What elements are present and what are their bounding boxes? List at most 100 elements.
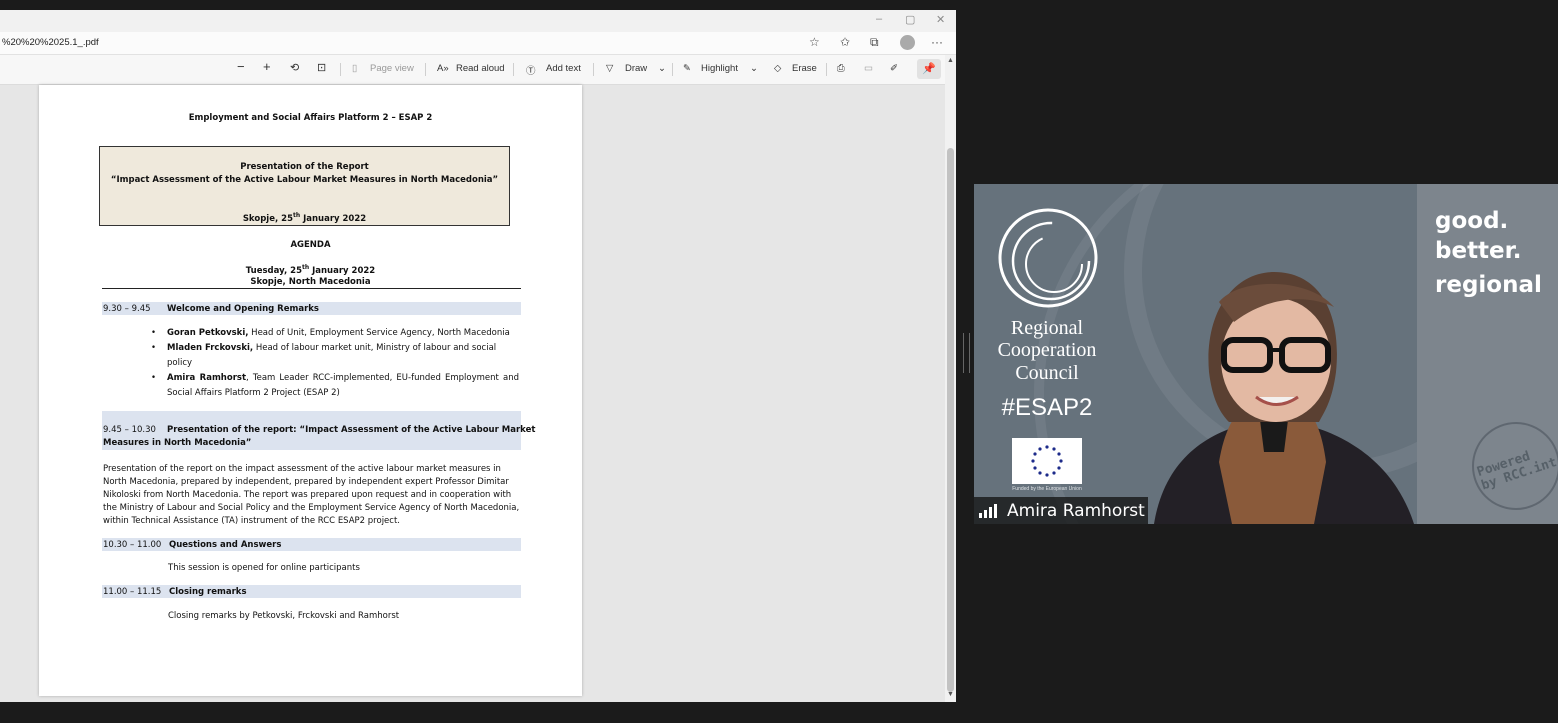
org-name-line3: Council — [1015, 362, 1079, 384]
agenda-title: AGENDA — [290, 240, 331, 250]
toolbar-divider — [826, 63, 827, 76]
title-bar: – ▢ ✕ — [0, 10, 956, 32]
profile-icon[interactable] — [900, 35, 915, 50]
draw-icon: ▽ — [606, 63, 614, 74]
collections-icon[interactable]: ⧉ — [870, 35, 879, 50]
toolbar-divider — [425, 63, 426, 76]
read-aloud-icon: A» — [437, 63, 449, 74]
session-band — [102, 585, 521, 598]
favorites-icon[interactable]: ✩ — [840, 35, 850, 49]
session-time: 10.30 – 11.00 — [103, 540, 162, 550]
org-name-line2: Cooperation — [997, 339, 1097, 361]
restore-button[interactable]: ▢ — [905, 13, 915, 26]
pdf-viewer[interactable]: Employment and Social Affairs Platform 2… — [0, 85, 945, 702]
toolbar-divider — [593, 63, 594, 76]
place-date-prefix: Skopje, 25 — [242, 213, 293, 224]
report-place-date: Skopje, 25th January 2022 — [100, 212, 509, 224]
more-icon[interactable]: ··· — [931, 35, 943, 49]
session-title: Welcome and Opening Remarks — [167, 304, 319, 314]
participant-nameplate: Amira Ramhorst — [974, 497, 1148, 524]
slogan-line: better. — [1435, 238, 1522, 264]
speaker-item: Mladen Frckovski, Head of labour market … — [167, 341, 519, 371]
session-title: Closing remarks — [169, 587, 247, 597]
hashtag: #ESAP2 — [1001, 394, 1093, 421]
rcc-logo-icon — [998, 208, 1098, 308]
speaker-item: Goran Petkovski, Head of Unit, Employmen… — [167, 326, 519, 341]
session-time: 9.45 – 10.30 — [103, 425, 156, 435]
participant-figure — [1154, 272, 1414, 524]
agenda-date: Tuesday, 25th January 2022 — [39, 264, 582, 276]
slogan-line: regional — [1435, 272, 1542, 298]
report-title-line2: “Impact Assessment of the Active Labour … — [110, 175, 499, 185]
participant-name: Amira Ramhorst — [1007, 501, 1145, 521]
report-title-line1: Presentation of the Report — [240, 162, 369, 172]
erase-button[interactable]: Erase — [792, 63, 817, 74]
scroll-down-icon[interactable]: ▼ — [947, 691, 954, 698]
address-bar[interactable]: %20%20%2025.1_.pdf ☆ ✩ ⧉ ··· — [0, 32, 956, 55]
pdf-page: Employment and Social Affairs Platform 2… — [39, 85, 582, 696]
speaker-name: Amira Ramhorst — [167, 373, 247, 383]
pin-icon: 📌 — [922, 63, 936, 75]
pdf-toolbar: − + ⟲ ⊡ ▯ Page view A» Read aloud Ⓣ Add … — [0, 55, 956, 85]
fit-page-icon[interactable]: ⊡ — [317, 61, 326, 74]
read-aloud-button[interactable]: Read aloud — [456, 63, 505, 74]
speaker-name: Mladen Frckovski, — [167, 343, 254, 353]
session-note: This session is opened for online partic… — [168, 563, 360, 573]
speaker-name: Goran Petkovski, — [167, 328, 249, 338]
toolbar-divider — [340, 63, 341, 76]
save-as-icon[interactable]: ✐ — [890, 63, 898, 74]
chevron-down-icon[interactable]: ⌄ — [658, 63, 666, 74]
zoom-in-button[interactable]: + — [263, 59, 271, 74]
toolbar-divider — [672, 63, 673, 76]
toolbar-divider — [513, 63, 514, 76]
speaker-role: Head of Unit, Employment Service Agency,… — [248, 328, 510, 338]
scrollbar-thumb[interactable] — [947, 148, 954, 692]
highlight-button[interactable]: Highlight — [701, 63, 738, 74]
report-title-box: Presentation of the Report “Impact Asses… — [99, 146, 510, 226]
draw-button[interactable]: Draw — [625, 63, 647, 74]
close-button[interactable]: ✕ — [936, 13, 945, 26]
eraser-icon: ◇ — [774, 63, 782, 74]
date-prefix: Tuesday, 25 — [245, 265, 302, 276]
divider-line — [102, 288, 521, 289]
agenda-location: Skopje, North Macedonia — [250, 277, 371, 287]
add-text-button[interactable]: Add text — [546, 63, 581, 74]
eu-caption: Funded by the European Union — [1012, 486, 1082, 492]
org-name-line1: Regional — [1010, 317, 1084, 339]
place-date-suffix: January 2022 — [300, 213, 367, 224]
date-suffix: January 2022 — [309, 265, 376, 276]
session-band — [102, 538, 521, 551]
session-time: 9.30 – 9.45 — [103, 304, 151, 314]
bullet-icon: • — [151, 373, 157, 383]
print-icon[interactable]: ⎙ — [837, 63, 845, 74]
panel-resize-handle[interactable] — [963, 333, 970, 373]
page-view-icon: ▯ — [352, 63, 358, 74]
highlight-icon: ✎ — [683, 63, 691, 74]
favorite-add-icon[interactable]: ☆ — [809, 35, 820, 49]
url-text[interactable]: %20%20%2025.1_.pdf — [2, 37, 99, 48]
session-note: Closing remarks by Petkovski, Frckovski … — [168, 611, 400, 621]
zoom-out-button[interactable]: − — [237, 59, 245, 74]
session-time: 11.00 – 11.15 — [103, 587, 162, 597]
scroll-up-icon[interactable]: ▲ — [947, 57, 954, 64]
participant-video[interactable]: good. better. regional Regional Cooperat… — [974, 184, 1558, 524]
add-text-icon: Ⓣ — [526, 66, 536, 77]
speaker-item: Amira Ramhorst, Team Leader RCC-implemen… — [167, 371, 519, 401]
minimize-button[interactable]: – — [876, 13, 882, 25]
bullet-icon: • — [151, 328, 157, 338]
vertical-scrollbar[interactable]: ▲ ▼ — [945, 55, 956, 702]
browser-window: – ▢ ✕ %20%20%2025.1_.pdf ☆ ✩ ⧉ ··· − + ⟲… — [0, 10, 956, 702]
bullet-icon: • — [151, 343, 157, 353]
session-description: Presentation of the report on the impact… — [103, 464, 520, 526]
rotate-icon[interactable]: ⟲ — [290, 61, 299, 74]
document-header: Employment and Social Affairs Platform 2… — [188, 113, 433, 123]
slogan-line: good. — [1435, 208, 1509, 234]
eu-flag-icon — [1012, 438, 1082, 484]
pin-toolbar-button[interactable]: 📌 — [917, 59, 941, 79]
session-title: Questions and Answers — [169, 540, 282, 550]
page-view-button[interactable]: Page view — [370, 63, 414, 74]
chevron-down-icon[interactable]: ⌄ — [750, 63, 758, 74]
save-icon[interactable]: ▭ — [864, 63, 873, 74]
session-title-cont: Measures in North Macedonia” — [103, 438, 252, 448]
session-title: Presentation of the report: “Impact Asse… — [167, 425, 536, 435]
